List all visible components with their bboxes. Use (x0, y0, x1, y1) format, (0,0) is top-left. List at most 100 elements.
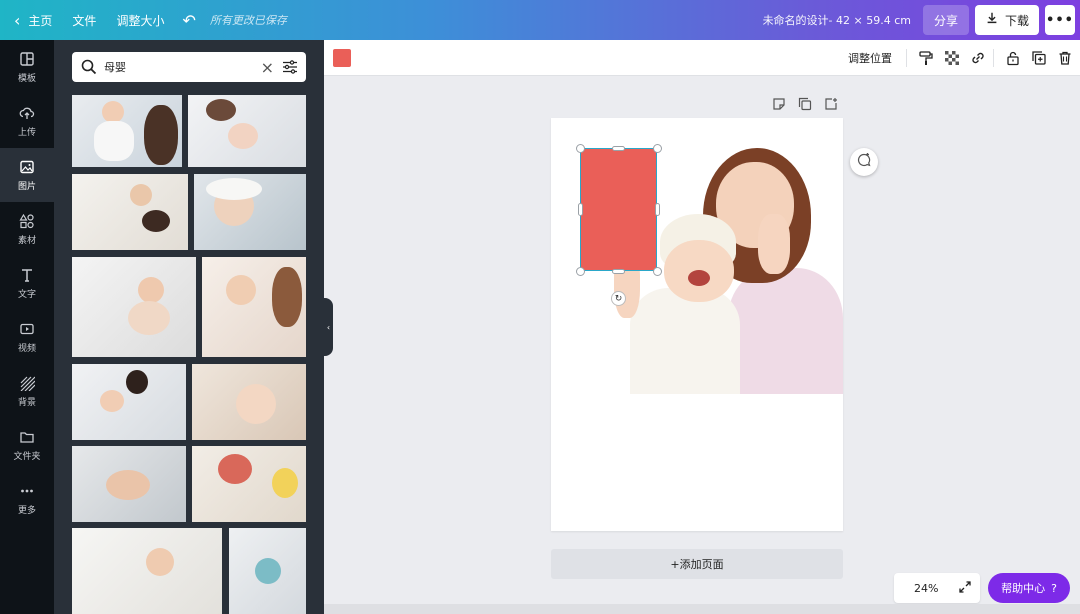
rail-item-templates[interactable]: 模板 (0, 40, 54, 94)
rail-label: 背景 (17, 398, 36, 408)
folder-icon (18, 428, 36, 446)
notes-icon[interactable] (772, 96, 788, 112)
more-icon (18, 482, 36, 500)
search-icon (80, 58, 98, 76)
photo-thumbnail[interactable] (192, 364, 306, 440)
rail-label: 素材 (17, 236, 36, 246)
more-icon: ••• (1046, 12, 1074, 28)
rail-label: 视频 (17, 344, 36, 354)
comment-button[interactable] (850, 148, 878, 176)
file-label: 文件 (72, 13, 97, 28)
position-button[interactable]: 调整位置 (848, 50, 892, 66)
trash-icon[interactable] (1054, 47, 1076, 69)
fullscreen-icon[interactable] (958, 580, 972, 597)
share-label: 分享 (933, 13, 958, 28)
templates-icon (18, 50, 36, 68)
search-box: × (72, 52, 306, 82)
add-page-button[interactable]: +添加页面 (551, 549, 843, 579)
upload-icon (18, 104, 36, 122)
photos-panel: × (54, 40, 324, 614)
collapse-panel-button[interactable]: ‹ (324, 298, 333, 356)
download-button[interactable]: 下载 (975, 5, 1039, 35)
filter-icon[interactable] (282, 59, 298, 75)
photo-subject (94, 121, 134, 161)
duplicate-page-icon[interactable] (798, 96, 814, 112)
rotate-icon[interactable]: ↻ (611, 291, 626, 306)
photo-subject (218, 454, 252, 484)
resize-handle-top[interactable] (612, 146, 625, 151)
photo-subject (630, 288, 740, 394)
photo-subject (228, 123, 258, 149)
photo-thumbnail[interactable] (192, 446, 306, 522)
clear-icon[interactable]: × (261, 58, 274, 77)
photo-thumbnail[interactable] (194, 174, 306, 250)
paint-roller-icon[interactable] (915, 47, 937, 69)
save-status: 所有更改已保存 (209, 14, 287, 27)
rail-label: 更多 (17, 506, 36, 516)
rail-label: 图片 (17, 182, 36, 192)
undo-button[interactable]: ↶ (174, 0, 203, 40)
horizontal-scrollbar[interactable] (324, 604, 1080, 614)
rail-item-text[interactable]: 文字 (0, 256, 54, 310)
help-center-button[interactable]: 帮助中心 ? (988, 573, 1070, 603)
resize-handle-top-right[interactable] (653, 144, 662, 153)
color-swatch[interactable] (333, 48, 351, 67)
toolbar-divider (906, 48, 907, 67)
share-button[interactable]: 分享 (923, 5, 969, 35)
page-tools (772, 96, 840, 112)
photo-subject (728, 268, 843, 394)
question-icon: ? (1051, 581, 1057, 595)
rail-item-background[interactable]: 背景 (0, 364, 54, 418)
photo-subject (255, 558, 281, 584)
resize-handle-right[interactable] (655, 203, 660, 216)
rail-item-more[interactable]: 更多 (0, 472, 54, 526)
file-menu-button[interactable]: 文件 (62, 0, 106, 40)
photo-subject (106, 470, 150, 500)
photo-thumbnail[interactable] (72, 257, 196, 357)
more-button[interactable]: ••• (1045, 5, 1075, 35)
home-button[interactable]: ‹ 主页 (0, 0, 62, 40)
resize-handle-left[interactable] (578, 203, 583, 216)
photo-subject (226, 275, 256, 305)
rail-item-folder[interactable]: 文件夹 (0, 418, 54, 472)
rail-item-photos[interactable]: 图片 (0, 148, 54, 202)
resize-button[interactable]: 调整大小 (106, 0, 174, 40)
design-title[interactable]: 未命名的设计- 42 × 59.4 cm (763, 12, 923, 28)
photo-thumbnail[interactable] (72, 95, 182, 167)
photo-thumbnail[interactable] (188, 95, 306, 167)
zoom-control[interactable]: 24% (894, 573, 980, 603)
photo-subject (758, 214, 790, 274)
photo-thumbnail[interactable] (72, 364, 186, 440)
photo-subject (102, 101, 124, 123)
photo-thumbnail[interactable] (72, 446, 186, 522)
photo-thumbnail[interactable] (202, 257, 306, 357)
photo-subject (128, 301, 170, 335)
comment-icon (856, 152, 872, 172)
rail-item-elements[interactable]: 素材 (0, 202, 54, 256)
left-rail: 模板 上传 图片 素材 文字 视频 背景 文件夹 更多 (0, 40, 54, 614)
search-input[interactable] (104, 60, 253, 74)
resize-handle-top-left[interactable] (576, 144, 585, 153)
resize-handle-bottom-left[interactable] (576, 267, 585, 276)
resize-handle-bottom[interactable] (612, 269, 625, 274)
photo-thumbnail[interactable] (72, 174, 188, 250)
zoom-value: 24% (914, 581, 939, 595)
photo-thumbnail[interactable] (72, 528, 222, 614)
home-label: 主页 (28, 13, 53, 28)
duplicate-icon[interactable] (1028, 47, 1050, 69)
rail-item-video[interactable]: 视频 (0, 310, 54, 364)
resize-handle-bottom-right[interactable] (653, 267, 662, 276)
add-page-icon[interactable] (824, 96, 840, 112)
rail-label: 文件夹 (13, 452, 41, 462)
toolbar-divider (993, 48, 994, 67)
photo-subject (272, 267, 302, 327)
photo-thumbnail[interactable] (229, 528, 306, 614)
lock-icon[interactable] (1002, 47, 1024, 69)
rail-label: 模板 (17, 74, 36, 84)
photo-subject (206, 178, 262, 200)
link-icon[interactable] (967, 47, 989, 69)
rail-item-upload[interactable]: 上传 (0, 94, 54, 148)
undo-icon: ↶ (182, 10, 196, 30)
transparency-icon[interactable] (941, 47, 963, 69)
text-icon (18, 266, 36, 284)
